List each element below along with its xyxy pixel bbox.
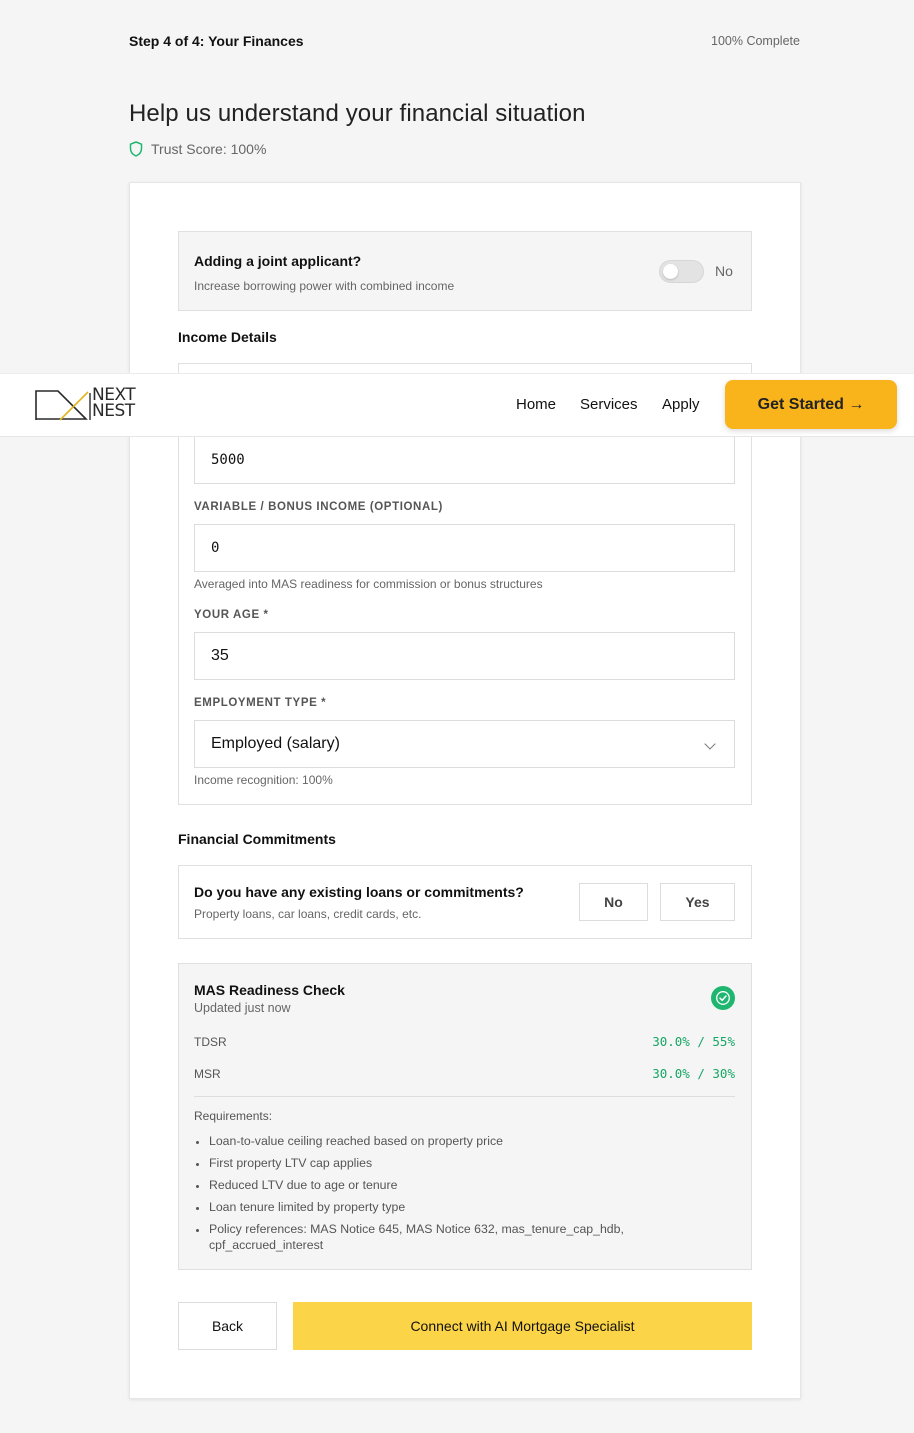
list-item: Loan-to-value ceiling reached based on p…	[194, 1133, 664, 1149]
commitments-yes-button[interactable]: Yes	[660, 883, 735, 921]
mas-updated-text: Updated just now	[194, 1001, 291, 1015]
trust-score: Trust Score: 100%	[129, 141, 266, 157]
requirements-list: Loan-to-value ceiling reached based on p…	[194, 1133, 664, 1259]
nav-link-services[interactable]: Services	[580, 396, 638, 413]
list-item: Reduced LTV due to age or tenure	[194, 1177, 664, 1193]
employment-type-value: Employed (salary)	[211, 735, 340, 752]
mas-readiness-title: MAS Readiness Check	[194, 982, 345, 998]
nav-link-home[interactable]: Home	[516, 396, 556, 413]
chevron-down-icon	[704, 738, 716, 750]
list-item: First property LTV cap applies	[194, 1155, 664, 1171]
age-input[interactable]: 35	[194, 632, 735, 680]
get-started-button[interactable]: Get Started →	[725, 380, 897, 429]
monthly-income-input[interactable]: 5000	[194, 436, 735, 484]
progress-text: 100% Complete	[711, 34, 800, 48]
shield-icon	[129, 141, 143, 157]
step-indicator: Step 4 of 4: Your Finances	[129, 33, 304, 49]
nextnest-logo[interactable]: NEXT NEST	[34, 387, 136, 423]
trust-score-text: Trust Score: 100%	[151, 141, 267, 157]
joint-applicant-toggle-state: No	[715, 263, 733, 279]
tdsr-label: TDSR	[194, 1035, 227, 1049]
mas-divider	[194, 1096, 735, 1097]
list-item: Policy references: MAS Notice 645, MAS N…	[194, 1221, 664, 1253]
toggle-knob	[663, 264, 678, 279]
employment-type-hint: Income recognition: 100%	[194, 773, 333, 787]
page-title: Help us understand your financial situat…	[129, 100, 586, 127]
commitments-subtitle: Property loans, car loans, credit cards,…	[194, 907, 422, 921]
commitments-no-button[interactable]: No	[579, 883, 648, 921]
commitments-question: Do you have any existing loans or commit…	[194, 884, 524, 900]
check-circle-icon	[711, 986, 735, 1010]
nav-link-apply[interactable]: Apply	[662, 396, 700, 413]
income-section-title: Income Details	[178, 329, 277, 345]
msr-label: MSR	[194, 1067, 221, 1081]
msr-value: 30.0% / 30%	[652, 1066, 735, 1081]
joint-applicant-toggle[interactable]	[659, 260, 704, 283]
age-label: YOUR AGE *	[194, 609, 269, 621]
variable-income-input[interactable]: 0	[194, 524, 735, 572]
employment-type-select[interactable]: Employed (salary)	[194, 720, 735, 768]
commitments-section-title: Financial Commitments	[178, 831, 336, 847]
back-button[interactable]: Back	[178, 1302, 277, 1350]
employment-type-label: EMPLOYMENT TYPE *	[194, 697, 327, 709]
connect-specialist-button[interactable]: Connect with AI Mortgage Specialist	[293, 1302, 752, 1350]
joint-applicant-subtitle: Increase borrowing power with combined i…	[194, 279, 455, 293]
logo-text-nest: NEST	[92, 401, 135, 421]
joint-applicant-title: Adding a joint applicant?	[194, 253, 362, 269]
tdsr-value: 30.0% / 55%	[652, 1034, 735, 1049]
requirements-label: Requirements:	[194, 1109, 273, 1123]
variable-income-hint: Averaged into MAS readiness for commissi…	[194, 577, 543, 591]
variable-income-label: VARIABLE / BONUS INCOME (OPTIONAL)	[194, 501, 443, 513]
list-item: Loan tenure limited by property type	[194, 1199, 664, 1215]
